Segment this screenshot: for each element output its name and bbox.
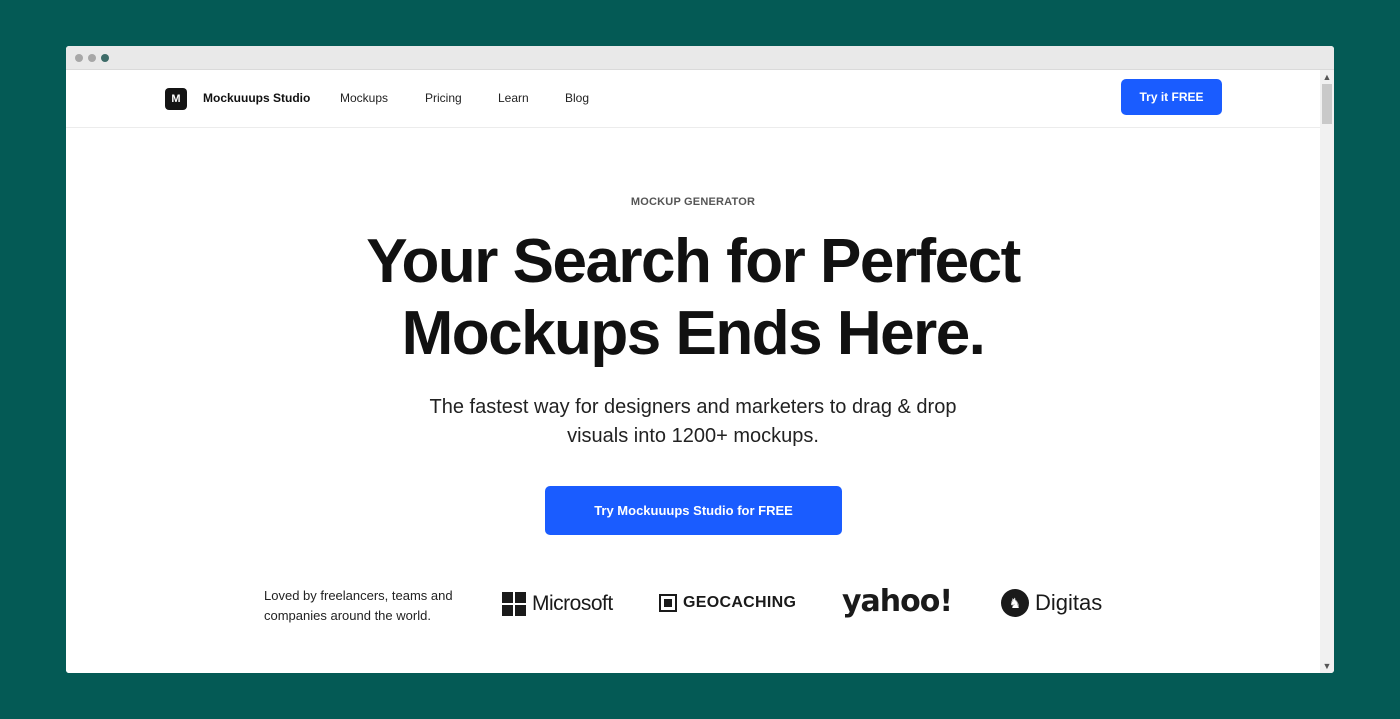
vertical-scrollbar[interactable]: ▲ ▼ — [1320, 70, 1334, 673]
digitas-horse-icon: ♞ — [1001, 589, 1029, 617]
digitas-logo: ♞ Digitas — [1001, 589, 1102, 617]
digitas-logo-text: Digitas — [1035, 590, 1103, 615]
scroll-up-icon[interactable]: ▲ — [1320, 70, 1334, 84]
brand-logo-icon[interactable]: M — [165, 88, 187, 110]
microsoft-logo: Microsoft — [502, 592, 613, 616]
geocaching-logo-text: GEOCACHING — [683, 594, 797, 611]
scrollbar-thumb[interactable] — [1322, 84, 1332, 124]
browser-window: M Mockuuups Studio Mockups Pricing Learn… — [66, 46, 1334, 673]
geocaching-logo: GEOCACHING — [659, 594, 796, 612]
hero-subheading: The fastest way for designers and market… — [66, 393, 1320, 451]
nav-link-mockups[interactable]: Mockups — [340, 91, 388, 105]
window-maximize-dot[interactable] — [101, 54, 109, 62]
social-proof-line: companies around the world. — [264, 608, 431, 623]
social-proof-line: Loved by freelancers, teams and — [264, 588, 453, 603]
yahoo-logo-text: yahoo! — [842, 584, 953, 619]
hero-headline-line: Mockups Ends Here. — [401, 299, 986, 368]
hero-subheading-line: visuals into 1200+ mockups. — [567, 425, 819, 447]
microsoft-logo-text: Microsoft — [532, 592, 613, 615]
brand-name[interactable]: Mockuuups Studio — [203, 91, 310, 105]
hero-headline: Your Search for Perfect Mockups Ends Her… — [66, 226, 1320, 370]
scroll-down-icon[interactable]: ▼ — [1320, 659, 1334, 673]
hero-eyebrow: MOCKUP GENERATOR — [630, 196, 756, 208]
window-titlebar — [66, 46, 1334, 70]
hero-headline-line: Your Search for Perfect — [366, 227, 1021, 296]
top-navbar: M Mockuuups Studio Mockups Pricing Learn… — [66, 70, 1320, 128]
nav-link-blog[interactable]: Blog — [565, 91, 589, 105]
social-proof-text: Loved by freelancers, teams and companie… — [264, 586, 453, 626]
geocaching-icon — [659, 594, 677, 612]
try-free-button[interactable]: Try it FREE — [1121, 79, 1222, 115]
nav-link-pricing[interactable]: Pricing — [425, 91, 462, 105]
try-studio-free-button[interactable]: Try Mockuuups Studio for FREE — [545, 486, 842, 535]
yahoo-logo: yahoo! — [842, 584, 953, 619]
window-close-dot[interactable] — [75, 54, 83, 62]
nav-link-learn[interactable]: Learn — [498, 91, 529, 105]
microsoft-windows-icon — [502, 592, 526, 616]
page-viewport: M Mockuuups Studio Mockups Pricing Learn… — [66, 70, 1320, 673]
hero-subheading-line: The fastest way for designers and market… — [429, 396, 957, 418]
window-minimize-dot[interactable] — [88, 54, 96, 62]
